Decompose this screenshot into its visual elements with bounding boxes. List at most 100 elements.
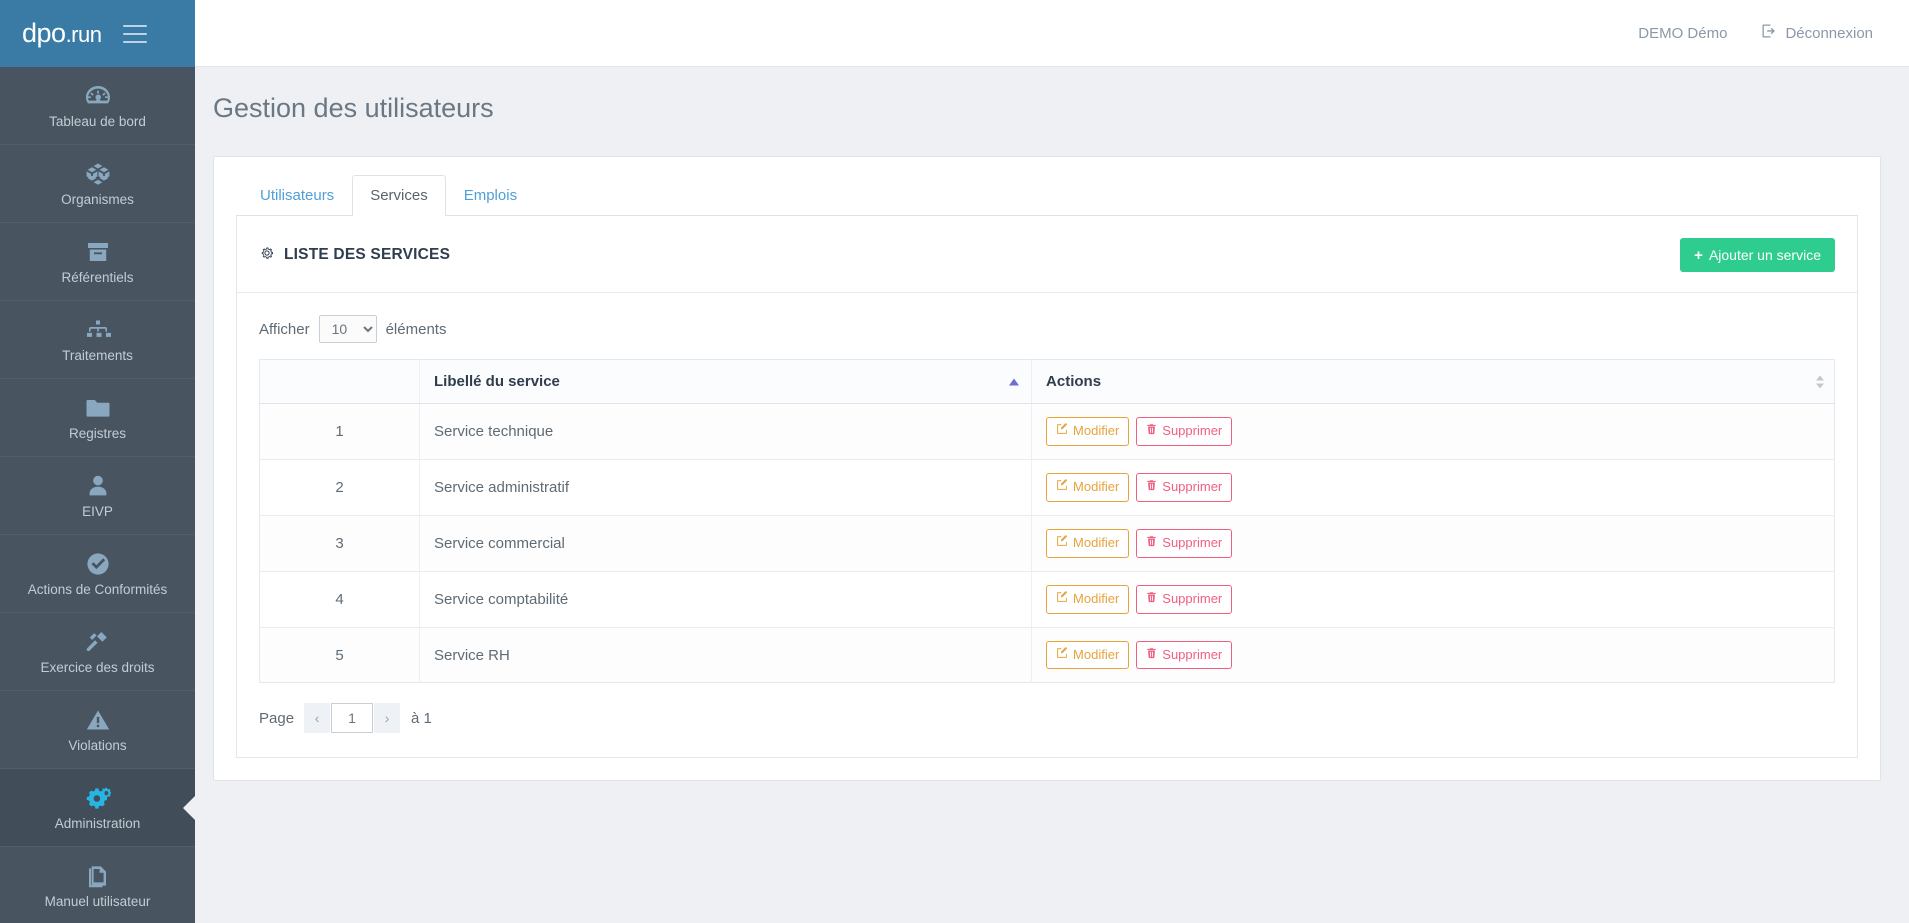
delete-button[interactable]: Supprimer bbox=[1136, 640, 1233, 670]
delete-button[interactable]: Supprimer bbox=[1136, 417, 1233, 446]
plus-icon: + bbox=[1694, 246, 1703, 264]
edit-button[interactable]: Modifier bbox=[1046, 584, 1130, 614]
edit-button[interactable]: Modifier bbox=[1046, 528, 1130, 558]
delete-button[interactable]: Supprimer bbox=[1136, 472, 1233, 502]
sidebar-item-label: Référentiels bbox=[61, 269, 134, 285]
pencil-square-icon bbox=[1056, 534, 1068, 552]
sidebar-item-organismes[interactable]: Organismes bbox=[0, 145, 195, 223]
delete-button[interactable]: Supprimer bbox=[1136, 528, 1233, 558]
sidebar-item-eivp[interactable]: EIVP bbox=[0, 457, 195, 535]
sidebar-item-administration[interactable]: Administration bbox=[0, 769, 195, 847]
sort-ascending-icon bbox=[1009, 378, 1020, 385]
sidebar-item-label: Traitements bbox=[62, 347, 133, 363]
services-table: Libellé du service Actions 1 Service tec… bbox=[259, 359, 1835, 684]
column-header-id[interactable] bbox=[259, 359, 420, 404]
warning-triangle-icon bbox=[86, 707, 110, 733]
sidebar-item-label: EIVP bbox=[82, 503, 113, 519]
gear-icon bbox=[259, 245, 275, 266]
current-user-label: DEMO Démo bbox=[1638, 24, 1728, 42]
sidebar-item-label: Exercice des droits bbox=[40, 659, 155, 675]
edit-button-label: Modifier bbox=[1073, 590, 1120, 606]
tab-bar: Utilisateurs Services Emplois bbox=[236, 175, 1858, 216]
tab-label: Services bbox=[370, 187, 428, 204]
cell-libelle: Service comptabilité bbox=[419, 571, 1033, 628]
table-row: 5 Service RH Modifier Supprimer bbox=[259, 627, 1835, 683]
logout-button[interactable]: Déconnexion bbox=[1761, 23, 1873, 43]
cell-actions: Modifier Supprimer bbox=[1031, 627, 1835, 683]
panel-body: Afficher 102550100 éléments Libellé d bbox=[237, 293, 1857, 757]
chevron-left-icon[interactable]: ‹ bbox=[304, 703, 331, 734]
check-circle-icon bbox=[86, 551, 110, 577]
sidebar-item-tableau-de-bord[interactable]: Tableau de bord bbox=[0, 67, 195, 145]
pagination-total-label: à 1 bbox=[411, 709, 432, 727]
dashboard-icon bbox=[85, 83, 111, 109]
sort-both-icon bbox=[1816, 375, 1824, 388]
column-header-actions[interactable]: Actions bbox=[1031, 359, 1835, 404]
edit-button[interactable]: Modifier bbox=[1046, 417, 1130, 446]
sidebar-item-exercice-des-droits[interactable]: Exercice des droits bbox=[0, 613, 195, 691]
cubes-icon bbox=[85, 161, 111, 187]
trash-icon bbox=[1146, 591, 1157, 608]
sidebar-item-label: Organismes bbox=[61, 191, 134, 207]
pencil-square-icon bbox=[1056, 478, 1068, 496]
tab-utilisateurs[interactable]: Utilisateurs bbox=[242, 175, 352, 216]
app-logo[interactable]: dpo.run bbox=[22, 18, 102, 48]
pencil-square-icon bbox=[1056, 646, 1068, 664]
delete-button[interactable]: Supprimer bbox=[1136, 584, 1233, 614]
cell-actions: Modifier Supprimer bbox=[1031, 459, 1835, 516]
logo-suffix-text: .run bbox=[65, 22, 102, 47]
page-number-input[interactable] bbox=[331, 703, 374, 734]
app-root: dpo.run Tableau de bord Organismes Référen… bbox=[0, 0, 1909, 923]
chevron-right-icon[interactable]: › bbox=[374, 703, 401, 734]
sidebar-item-r-f-rentiels[interactable]: Référentiels bbox=[0, 223, 195, 301]
user-icon bbox=[88, 473, 108, 499]
sidebar-item-actions-de-conformit-s[interactable]: Actions de Conformités bbox=[0, 535, 195, 613]
page-title: Gestion des utilisateurs bbox=[213, 93, 494, 123]
trash-icon bbox=[1146, 535, 1157, 552]
add-service-button[interactable]: + Ajouter un service bbox=[1680, 238, 1835, 272]
tab-label: Emplois bbox=[463, 187, 518, 204]
services-panel: LISTE DES SERVICES + Ajouter un service … bbox=[236, 216, 1858, 759]
edit-button[interactable]: Modifier bbox=[1046, 472, 1130, 502]
hamburger-icon[interactable] bbox=[123, 24, 148, 43]
main-content: Gestion des utilisateurs Utilisateurs Ser… bbox=[195, 67, 1909, 923]
page-length-select[interactable]: 102550100 bbox=[318, 315, 377, 343]
sidebar: dpo.run Tableau de bord Organismes Référen… bbox=[0, 0, 195, 923]
cell-id: 5 bbox=[259, 627, 420, 683]
column-header-libelle[interactable]: Libellé du service bbox=[419, 359, 1033, 404]
services-table-head: Libellé du service Actions bbox=[259, 359, 1835, 404]
edit-button[interactable]: Modifier bbox=[1046, 640, 1130, 670]
table-row: 3 Service commercial Modifier Supprimer bbox=[259, 515, 1835, 572]
cell-id: 3 bbox=[259, 515, 420, 572]
edit-button-label: Modifier bbox=[1073, 534, 1120, 550]
tab-emplois[interactable]: Emplois bbox=[446, 175, 535, 216]
cell-id: 4 bbox=[259, 571, 420, 628]
active-indicator-arrow bbox=[183, 794, 195, 821]
sidebar-item-label: Registres bbox=[68, 425, 127, 441]
table-row: 2 Service administratif Modifier Supprimer bbox=[259, 459, 1835, 516]
cell-actions: Modifier Supprimer bbox=[1031, 571, 1835, 628]
gavel-icon bbox=[85, 629, 111, 655]
sidebar-item-registres[interactable]: Registres bbox=[0, 379, 195, 457]
sidebar-item-violations[interactable]: Violations bbox=[0, 691, 195, 769]
cell-libelle: Service administratif bbox=[419, 459, 1033, 516]
sidebar-item-label: Tableau de bord bbox=[49, 113, 146, 129]
tab-card: Utilisateurs Services Emplois LISTE DES SE… bbox=[213, 156, 1881, 782]
pencil-square-icon bbox=[1056, 590, 1068, 608]
delete-button-label: Supprimer bbox=[1162, 646, 1223, 662]
column-header-actions-label: Actions bbox=[1046, 373, 1102, 390]
logo-main-text: dpo bbox=[22, 18, 66, 48]
sidebar-item-manuel-utilisateur[interactable]: Manuel utilisateur bbox=[0, 847, 195, 923]
table-header-row: Libellé du service Actions bbox=[259, 359, 1835, 404]
sidebar-nav-list: Tableau de bord Organismes Référentiels Tra… bbox=[0, 67, 195, 923]
sign-out-icon bbox=[1761, 23, 1777, 43]
tab-services[interactable]: Services bbox=[352, 175, 446, 216]
pencil-square-icon bbox=[1056, 423, 1068, 440]
trash-icon bbox=[1146, 423, 1157, 440]
book-icon bbox=[86, 863, 110, 889]
cell-libelle: Service technique bbox=[419, 403, 1033, 460]
sidebar-item-traitements[interactable]: Traitements bbox=[0, 301, 195, 379]
sidebar-item-label: Actions de Conformités bbox=[27, 581, 168, 597]
length-prefix-label: Afficher bbox=[259, 320, 310, 338]
trash-icon bbox=[1146, 479, 1157, 496]
